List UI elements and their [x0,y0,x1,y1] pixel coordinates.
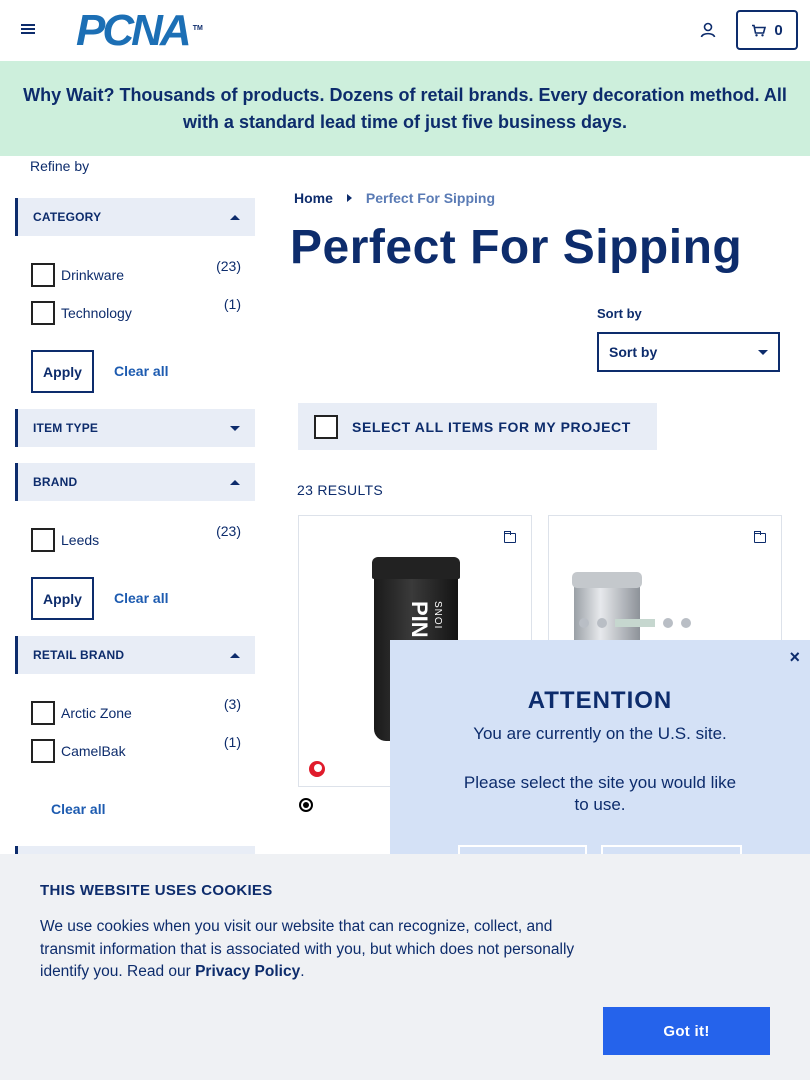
facet-retail-brand-label: RETAIL BRAND [33,648,125,662]
color-swatch-black[interactable] [299,798,313,812]
facet-brand-label: BRAND [33,475,78,489]
select-all-label: SELECT ALL ITEMS FOR MY PROJECT [352,418,631,435]
sort-selected-value: Sort by [609,344,658,360]
logo-tm: TM [192,25,203,32]
caret-down-icon [230,425,240,431]
facet-retail-brand-header[interactable]: RETAIL BRAND [15,636,255,674]
checkbox[interactable] [31,701,55,725]
add-to-project-folder-icon[interactable] [753,531,766,543]
got-it-button[interactable]: Got it! [603,1007,770,1055]
facet-option-label: Drinkware [61,267,125,283]
facet-option-technology[interactable]: Technology (1) [31,296,241,326]
modal-title: ATTENTION [527,687,673,714]
facet-item-type-header[interactable]: ITEM TYPE [15,409,255,447]
facet-item-type-label: ITEM TYPE [33,421,99,435]
site-select-modal: × ATTENTION You are currently on the U.S… [390,640,810,885]
privacy-policy-link[interactable]: Privacy Policy [195,963,300,980]
sort-label: Sort by [597,306,642,321]
sort-select[interactable]: Sort by [597,332,780,372]
cookie-period: . [300,963,305,980]
account-icon[interactable] [699,21,717,39]
breadcrumb-arrow-icon [346,194,352,202]
checkbox[interactable] [31,528,55,552]
facet-option-label: Arctic Zone [61,705,132,721]
tumbler-lid [572,572,642,588]
checkbox[interactable] [31,301,55,325]
caret-up-icon [230,214,240,220]
imprint-logos [579,616,769,630]
select-all-items[interactable]: SELECT ALL ITEMS FOR MY PROJECT [298,403,657,450]
results-count: 23 RESULTS [297,482,383,498]
brand-apply-button[interactable]: Apply [31,577,94,620]
page-title: Perfect For Sipping [290,221,743,274]
cart-count: 0 [774,21,783,39]
cart-button[interactable]: 0 [736,10,798,50]
cookie-banner: THIS WEBSITE USES COOKIES We use cookies… [0,854,810,1080]
promo-text: Why Wait? Thousands of products. Dozens … [23,84,787,132]
facet-brand-header[interactable]: BRAND [15,463,255,501]
facet-category-header[interactable]: CATEGORY [15,198,255,236]
add-to-project-folder-icon[interactable] [503,531,516,543]
site-header: PCNA TM 0 [0,0,810,61]
chevron-down-icon [758,349,768,355]
close-icon[interactable]: × [789,647,800,668]
caret-up-icon [230,479,240,485]
facet-option-count: (3) [223,696,241,712]
facet-option-count: (1) [223,296,241,312]
facet-option-camelbak[interactable]: CamelBak (1) [31,734,241,764]
facet-option-label: CamelBak [61,743,126,759]
cookie-body: We use cookies when you visit our websit… [40,916,600,984]
select-all-checkbox[interactable] [314,414,338,439]
product-imprint: PIN [407,601,432,638]
breadcrumb: Home Perfect For Sipping [294,190,495,206]
caret-up-icon [230,652,240,658]
cart-icon [752,24,767,36]
facet-option-leeds[interactable]: Leeds (23) [31,523,241,553]
brand-clear-all-link[interactable]: Clear all [114,590,168,606]
facet-option-label: Leeds [61,532,100,548]
tumbler-lid [372,557,460,579]
facet-option-count: (23) [216,258,241,274]
facet-option-drinkware[interactable]: Drinkware (23) [31,258,241,288]
facet-option-arctic-zone[interactable]: Arctic Zone (3) [31,696,241,726]
breadcrumb-current: Perfect For Sipping [365,190,496,206]
facet-category-label: CATEGORY [33,210,102,224]
pcna-logo[interactable]: PCNA TM [76,6,203,55]
product-imprint-small: SNOI [432,601,443,630]
category-apply-button[interactable]: Apply [31,350,94,393]
category-clear-all-link[interactable]: Clear all [114,363,168,379]
cookie-title: THIS WEBSITE USES COOKIES [40,882,273,899]
menu-icon[interactable] [21,22,35,36]
modal-line-2: Please select the site you would like to… [463,773,737,814]
promo-banner: Why Wait? Thousands of products. Dozens … [0,61,810,156]
cookie-body-text: We use cookies when you visit our websit… [40,918,575,980]
breadcrumb-home-link[interactable]: Home [294,190,333,206]
facet-option-count: (1) [223,734,241,750]
checkbox[interactable] [31,263,55,287]
facet-option-label: Technology [61,305,132,321]
color-swatch-red[interactable] [309,761,325,777]
retail-brand-clear-all-link[interactable]: Clear all [51,801,105,817]
checkbox[interactable] [31,739,55,763]
refine-by-label: Refine by [30,158,90,174]
logo-text: PCNA [76,6,192,55]
modal-line-1: You are currently on the U.S. site. [473,724,727,743]
facet-option-count: (23) [216,523,241,539]
